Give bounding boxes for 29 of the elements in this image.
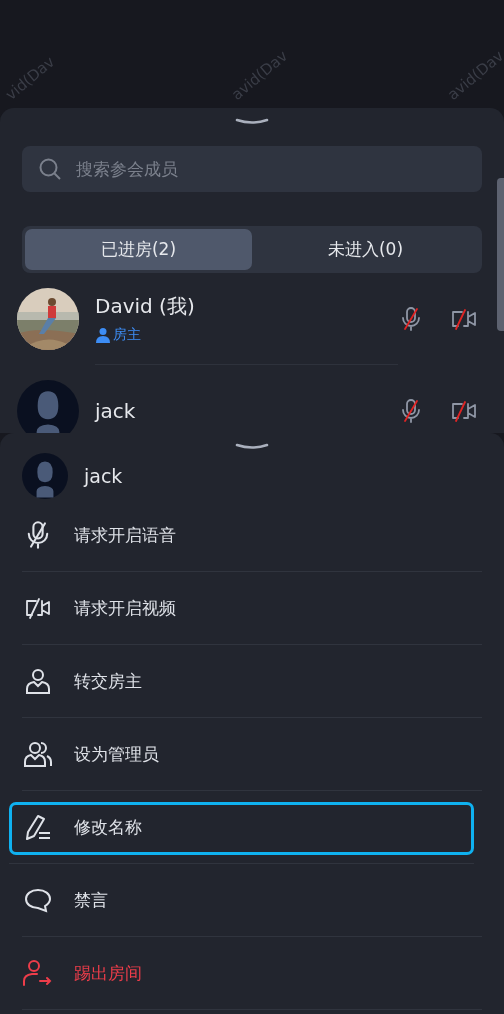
camera-off-icon: [24, 596, 52, 620]
drag-handle[interactable]: [235, 443, 269, 451]
pen-icon: [23, 813, 53, 841]
menu-item[interactable]: 禁言: [22, 864, 482, 937]
member-name: jack: [84, 465, 123, 487]
camera-off-icon: [450, 307, 478, 331]
menu-item[interactable]: 转交房主: [22, 645, 482, 718]
menu-item[interactable]: 修改名称: [9, 791, 474, 864]
speech-bubble-icon: [24, 887, 52, 913]
member-name: David (我): [95, 293, 196, 320]
two-persons-icon: [23, 740, 53, 768]
menu-item[interactable]: 请求开启语音: [22, 499, 482, 572]
search-bar[interactable]: 搜索参会成员: [22, 146, 482, 192]
scrollbar[interactable]: [497, 178, 504, 331]
avatar: [22, 453, 68, 499]
role-label: 房主: [113, 326, 141, 344]
search-field[interactable]: 搜索参会成员: [74, 158, 466, 180]
camera-off-icon: [450, 399, 478, 423]
member-name: jack: [95, 398, 137, 423]
person-icon: [95, 327, 111, 343]
menu-item[interactable]: 踢出房间: [22, 937, 482, 1010]
drag-handle[interactable]: [235, 118, 269, 126]
tab[interactable]: 未进入(0): [252, 229, 479, 270]
search-icon: [38, 157, 62, 181]
person-exit-icon: [22, 959, 54, 987]
person-icon: [24, 667, 52, 695]
menu-item[interactable]: 请求开启视频: [22, 572, 482, 645]
menu-item[interactable]: 设为管理员: [22, 718, 482, 791]
tab[interactable]: 已进房(2): [25, 229, 252, 270]
